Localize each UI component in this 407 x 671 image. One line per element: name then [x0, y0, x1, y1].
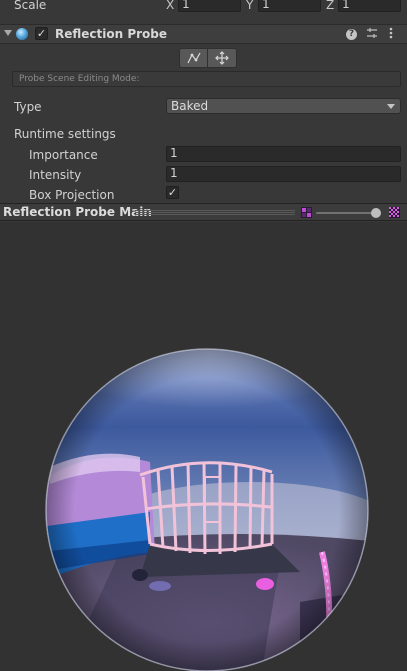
dropdown-arrow-icon — [387, 104, 395, 109]
drag-grip[interactable] — [135, 210, 295, 215]
preview-area[interactable] — [0, 222, 407, 671]
edit-bounds-icon — [186, 52, 201, 64]
reflection-probe-icon — [16, 28, 28, 40]
scale-y-label[interactable]: Y — [246, 0, 253, 12]
type-dropdown-value: Baked — [171, 99, 209, 113]
intensity-label: Intensity — [29, 168, 82, 182]
mip-high-icon — [389, 207, 400, 218]
intensity-field[interactable]: 1 — [166, 166, 401, 182]
scale-x-label[interactable]: X — [166, 0, 174, 12]
edit-mode-toolbar — [179, 48, 237, 68]
component-title: Reflection Probe — [55, 27, 168, 41]
transform-scale-row: Scale X 1 Y 1 Z 1 — [0, 0, 407, 12]
probe-scene-editing-mode-field: Probe Scene Editing Mode: — [12, 71, 401, 87]
scale-z-field[interactable]: 1 — [338, 0, 401, 12]
presets-sliders-icon[interactable] — [365, 27, 379, 41]
context-menu-kebab-icon[interactable] — [384, 27, 398, 41]
mip-slider-thumb[interactable] — [371, 208, 381, 218]
mip-slider-track[interactable] — [316, 212, 376, 214]
box-projection-label: Box Projection — [29, 188, 115, 202]
component-header[interactable]: ✓ Reflection Probe ? — [0, 24, 407, 44]
box-projection-checkbox[interactable]: ✓ — [166, 186, 179, 199]
type-label: Type — [14, 100, 42, 114]
reflection-sphere-preview — [45, 348, 369, 671]
scale-x-field[interactable]: 1 — [178, 0, 241, 12]
scale-label: Scale — [14, 0, 47, 12]
importance-label: Importance — [29, 148, 98, 162]
edit-origin-button[interactable] — [208, 48, 237, 68]
type-dropdown[interactable]: Baked — [166, 98, 401, 114]
preview-header: Reflection Probe Main — [0, 203, 407, 221]
scale-y-field[interactable]: 1 — [258, 0, 321, 12]
help-icon[interactable]: ? — [346, 29, 357, 40]
foldout-arrow-icon[interactable] — [4, 30, 12, 36]
edit-bounds-button[interactable] — [179, 48, 208, 68]
move-arrows-icon — [215, 51, 229, 65]
preview-title: Reflection Probe Main — [3, 205, 152, 219]
component-enabled-checkbox[interactable]: ✓ — [35, 27, 48, 40]
mip-low-icon — [301, 207, 312, 218]
importance-field[interactable]: 1 — [166, 146, 401, 162]
scale-z-label[interactable]: Z — [326, 0, 334, 12]
runtime-settings-label: Runtime settings — [14, 127, 116, 141]
